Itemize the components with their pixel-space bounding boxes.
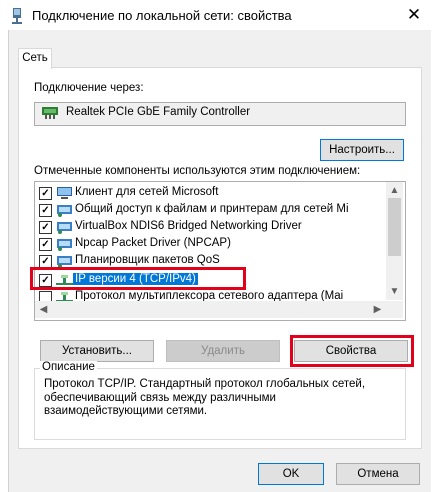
list-item-label: Клиент для сетей Microsoft — [75, 186, 219, 198]
description-title: Описание — [40, 361, 97, 373]
network-client-icon — [56, 186, 73, 200]
window-title: Подключение по локальной сети: свойства — [32, 8, 292, 23]
list-item-label: Npcap Packet Driver (NPCAP) — [75, 237, 231, 249]
tab-network[interactable]: Сеть — [18, 48, 52, 69]
list-item[interactable]: ✓ Npcap Packet Driver (NPCAP) — [35, 236, 387, 253]
list-item-label: Планировщик пакетов QoS — [75, 254, 220, 266]
service-icon — [56, 220, 73, 234]
horizontal-scrollbar[interactable] — [35, 301, 403, 318]
close-icon[interactable]: ✕ — [403, 4, 425, 26]
cancel-button[interactable]: Отмена — [336, 463, 420, 485]
checkbox[interactable]: ✓ — [39, 204, 52, 217]
scroll-up-icon[interactable]: ▲ — [386, 182, 403, 199]
configure-button[interactable]: Настроить... — [320, 139, 404, 161]
adapter-name: Realtek PCIe GbE Family Controller — [66, 106, 251, 118]
list-item-label: Общий доступ к файлам и принтерам для се… — [75, 203, 349, 215]
list-item[interactable]: ✓ Клиент для сетей Microsoft — [35, 185, 387, 202]
highlight-frame — [290, 335, 414, 367]
scroll-right-icon[interactable]: ▶ — [369, 301, 386, 318]
scroll-down-icon[interactable]: ▼ — [386, 283, 403, 300]
checkbox[interactable]: ✓ — [39, 221, 52, 234]
checkbox[interactable]: ✓ — [39, 238, 52, 251]
network-properties-icon — [10, 8, 24, 24]
remove-button[interactable]: Удалить — [166, 340, 280, 362]
service-icon — [56, 237, 73, 251]
service-icon — [56, 203, 73, 217]
install-button[interactable]: Установить... — [40, 340, 154, 362]
description-text: Протокол TCP/IP. Стандартный протокол гл… — [44, 378, 366, 417]
list-item[interactable]: ✓ VirtualBox NDIS6 Bridged Networking Dr… — [35, 219, 387, 236]
scroll-thumb[interactable] — [388, 198, 401, 256]
scroll-left-icon[interactable]: ◀ — [35, 301, 52, 318]
highlight-frame — [30, 267, 246, 290]
components-label: Отмеченные компоненты используются этим … — [34, 165, 361, 177]
ok-button[interactable]: OK — [258, 463, 324, 485]
checkbox[interactable]: ✓ — [39, 187, 52, 200]
components-list[interactable]: ✓ Клиент для сетей Microsoft ✓ Общий дос… — [34, 181, 406, 321]
network-adapter-icon — [42, 107, 58, 119]
connect-via-label: Подключение через: — [34, 82, 144, 94]
list-item[interactable]: ✓ Общий доступ к файлам и принтерам для … — [35, 202, 387, 219]
list-item-label: VirtualBox NDIS6 Bridged Networking Driv… — [75, 220, 302, 232]
service-icon — [56, 254, 73, 268]
